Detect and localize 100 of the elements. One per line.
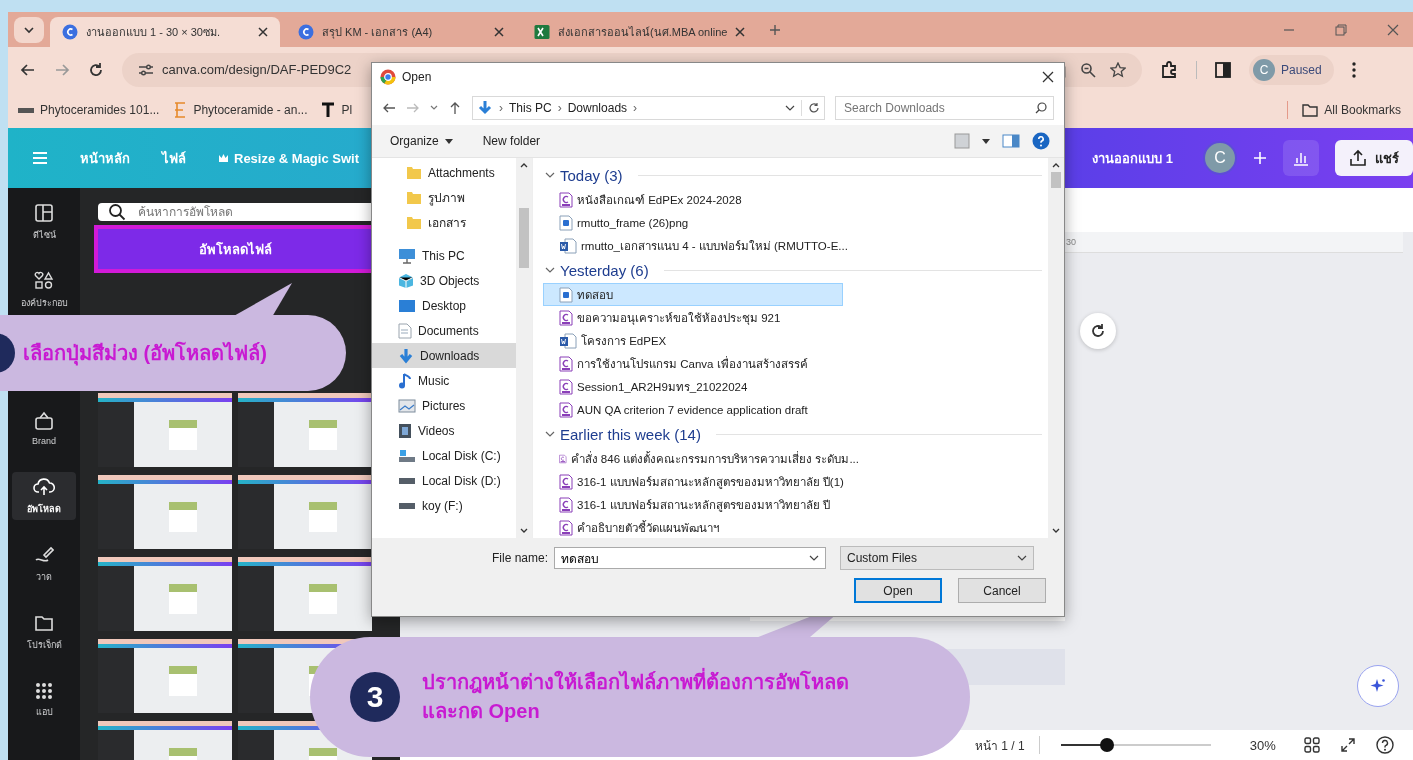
file-row[interactable]: rmutto_frame (26)png <box>543 211 859 234</box>
browser-tab[interactable]: งานออกแบบ 1 - 30 × 30ซม. <box>50 17 280 47</box>
thumbnail-image[interactable] <box>98 639 232 713</box>
chevron-down-icon[interactable] <box>809 553 820 563</box>
thumbnail-image[interactable] <box>238 475 372 549</box>
scrollbar-thumb[interactable] <box>519 208 529 268</box>
navigation-item[interactable]: koy (F:) <box>372 493 516 518</box>
file-row[interactable]: 316-1 แบบฟอร์มสถานะหลักสูตรของมหาวิทยาลัย ปี <box>543 493 859 516</box>
search-field[interactable]: Search Downloads <box>835 96 1054 120</box>
upload-file-button[interactable]: อัพโหลดไฟล์ <box>98 229 372 269</box>
close-icon[interactable] <box>494 27 504 37</box>
analytics-button[interactable] <box>1283 140 1319 176</box>
file-row[interactable]: การใช้งานโปรแกรม Canva เพื่องานสร้างสรรค์ <box>543 352 859 375</box>
tab-list-button[interactable] <box>14 16 44 43</box>
navigation-item[interactable]: Local Disk (C:) <box>372 443 516 468</box>
profile-button[interactable]: C Paused <box>1249 54 1334 85</box>
file-row[interactable]: Session1_AR2H9มทร_21022024 <box>543 375 859 398</box>
reload-icon[interactable] <box>88 61 104 78</box>
slider-thumb[interactable] <box>1099 738 1114 752</box>
bookmark-link[interactable]: Phytoceramide - an... <box>173 102 308 118</box>
back-icon[interactable] <box>382 101 396 115</box>
all-bookmarks-button[interactable]: All Bookmarks <box>1302 103 1401 117</box>
star-icon[interactable] <box>1110 61 1126 78</box>
menu-icon[interactable] <box>32 151 48 165</box>
navigation-item[interactable]: 3D Objects <box>372 268 516 293</box>
assistant-button[interactable] <box>1357 665 1399 707</box>
navigation-item[interactable]: Local Disk (D:) <box>372 468 516 493</box>
side-panel-icon[interactable] <box>1215 61 1231 78</box>
scrollbar[interactable] <box>1048 158 1064 538</box>
file-row[interactable]: ขอความอนุเคราะห์ขอใช้ห้องประชุม 921 <box>543 306 859 329</box>
restore-icon[interactable] <box>1335 23 1347 36</box>
scrollbar[interactable] <box>516 158 532 538</box>
help-icon[interactable] <box>1375 736 1394 754</box>
group-header[interactable]: Earlier this week (14) <box>543 421 1048 447</box>
navigation-item[interactable]: Pictures <box>372 393 516 418</box>
zoom-icon[interactable] <box>1080 61 1096 78</box>
file-row[interactable]: คำสั่ง 846 แต่งตั้งคณะกรรมการบริหารความเสี่ยง ระดับม... <box>543 447 859 470</box>
rail-item[interactable]: ดีไซน์ <box>12 198 76 246</box>
rail-item[interactable]: องค์ประกอบ <box>12 266 76 314</box>
up-arrow-icon[interactable] <box>448 101 462 115</box>
navigation-item[interactable]: Attachments <box>372 160 516 185</box>
plus-icon[interactable] <box>1253 151 1267 165</box>
file-row[interactable]: หนังสือเกณฑ์ EdPEx 2024-2028 <box>543 188 859 211</box>
scroll-down-icon[interactable] <box>520 528 528 534</box>
design-title[interactable]: งานออกแบบ 1 <box>1092 147 1173 169</box>
cancel-button[interactable]: Cancel <box>958 578 1046 603</box>
file-type-dropdown[interactable]: Custom Files <box>840 546 1035 570</box>
scrollbar-thumb[interactable] <box>1051 172 1061 188</box>
path-segment[interactable]: Downloads <box>567 101 628 115</box>
rail-item[interactable]: วาด <box>12 540 76 588</box>
navigation-item[interactable]: Downloads <box>372 343 516 368</box>
organize-menu[interactable]: Organize <box>390 134 453 148</box>
more-menu-icon[interactable] <box>1351 61 1356 78</box>
chevron-down-icon[interactable] <box>785 103 795 113</box>
rail-item[interactable]: Brand <box>12 404 76 452</box>
refresh-icon[interactable] <box>808 102 820 114</box>
group-header[interactable]: Today (3) <box>543 162 1048 188</box>
file-row[interactable]: rmutto_เอกสารแนบ 4 - แบบฟอร์มใหม่ (RMUTTO-E... <box>543 234 859 257</box>
thumbnail-image[interactable] <box>238 393 372 467</box>
bookmark-link[interactable]: Pl <box>321 102 353 118</box>
rail-item[interactable]: แอป <box>12 676 76 724</box>
navigation-item[interactable]: Videos <box>372 418 516 443</box>
file-row[interactable]: ทดสอบ <box>543 283 843 306</box>
path-field[interactable]: › This PC › Downloads › <box>472 96 825 120</box>
navigation-item[interactable]: Desktop <box>372 293 516 318</box>
open-button[interactable]: Open <box>854 578 942 603</box>
file-name-input[interactable]: ทดสอบ <box>559 550 810 566</box>
scroll-down-icon[interactable] <box>1052 528 1060 534</box>
close-icon[interactable] <box>258 27 268 37</box>
rail-item[interactable]: โปรเจ็กต์ <box>12 608 76 656</box>
scroll-up-icon[interactable] <box>520 162 528 168</box>
close-icon[interactable] <box>735 27 746 37</box>
new-tab-icon[interactable] <box>769 23 782 36</box>
group-header[interactable]: Yesterday (6) <box>543 257 1048 283</box>
fullscreen-icon[interactable] <box>1339 737 1356 753</box>
zoom-reading[interactable]: 30% <box>1249 737 1276 753</box>
search-input[interactable]: Search Downloads <box>842 100 1035 116</box>
file-row[interactable]: โครงการ EdPEX <box>543 329 859 352</box>
regenerate-button[interactable] <box>1080 313 1116 349</box>
thumbnail-image[interactable] <box>98 475 232 549</box>
back-icon[interactable] <box>20 61 36 78</box>
scroll-up-icon[interactable] <box>1052 162 1060 168</box>
extensions-icon[interactable] <box>1160 60 1178 79</box>
browser-tab[interactable]: ส่งเอกสารออนไลน์(นศ.MBA online <box>522 17 758 47</box>
site-settings-icon[interactable] <box>138 62 154 77</box>
path-segment[interactable]: This PC <box>509 101 552 115</box>
new-folder-button[interactable]: New folder <box>482 134 541 148</box>
preview-pane-icon[interactable] <box>1002 134 1020 148</box>
thumbnail-image[interactable] <box>98 393 232 467</box>
share-button[interactable]: แชร์ <box>1335 140 1413 176</box>
file-name-field[interactable]: ทดสอบ <box>554 547 827 569</box>
file-row[interactable]: AUN QA criterion 7 evidence application draft <box>543 398 859 421</box>
navigation-item[interactable]: Documents <box>372 318 516 343</box>
close-icon[interactable] <box>1042 71 1054 83</box>
page-indicator[interactable]: หน้า 1 / 1 <box>975 735 1025 755</box>
file-row[interactable]: คำอธิบายตัวชี้วัดแผนพัฒนาฯ <box>543 516 859 538</box>
grid-view-icon[interactable] <box>1303 737 1320 753</box>
thumbnail-image[interactable] <box>238 557 372 631</box>
file-row[interactable]: 316-1 แบบฟอร์มสถานะหลักสูตรของมหาวิทยาลัย ปี(1) <box>543 470 859 493</box>
caret-icon[interactable] <box>982 138 990 144</box>
